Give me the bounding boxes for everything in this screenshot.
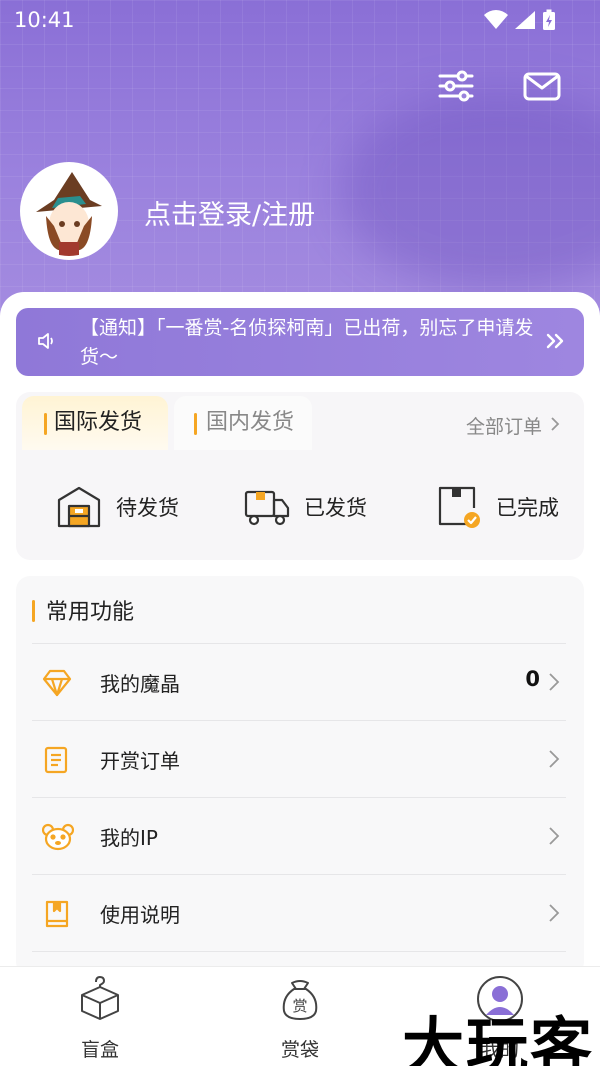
chevron-right-icon (548, 826, 560, 846)
tab-indicator (194, 413, 197, 435)
login-register-link[interactable]: 点击登录/注册 (144, 193, 315, 232)
tab-blind-box[interactable]: 盲盒 (50, 975, 150, 1062)
bookmark-book-icon (42, 899, 72, 929)
section-title: 常用功能 (32, 594, 134, 626)
menu-item-label: 我的IP (100, 826, 158, 850)
order-status-label: 待发货 (116, 496, 179, 520)
battery-icon (542, 9, 556, 35)
tab-label: 国内发货 (206, 410, 295, 435)
wifi-icon (484, 10, 508, 34)
orders-card: 国际发货 国内发货 全部订单 待发货 已发货 已完成 (16, 392, 584, 560)
menu-item-magic-crystal[interactable]: 我的魔晶 0 (32, 643, 566, 720)
signal-icon (514, 10, 536, 34)
order-status-label: 已发货 (304, 496, 367, 520)
order-status-pending[interactable]: 待发货 (56, 484, 179, 530)
crystal-count: 0 (525, 667, 540, 691)
notice-banner[interactable]: 【通知】「一番赏-名侦探柯南」已出荷，别忘了申请发货～ (16, 308, 584, 376)
profile-header (0, 0, 600, 330)
prize-bag-glyph: 赏 (292, 997, 307, 1015)
header-actions (436, 66, 562, 106)
tab-label: 国际发货 (54, 410, 143, 435)
order-status-shipped[interactable]: 已发货 (244, 484, 367, 530)
tab-international-shipping[interactable]: 国际发货 (22, 396, 168, 450)
menu-item-label: 开赏订单 (100, 749, 180, 773)
all-orders-link[interactable]: 全部订单 (466, 412, 560, 439)
status-time: 10:41 (14, 8, 75, 32)
status-bar: 10:41 (0, 0, 600, 40)
mystery-box-icon (76, 975, 124, 1023)
common-functions-card: 常用功能 我的魔晶 0 开赏订单 我的IP 使用说明 (16, 576, 584, 976)
all-orders-label: 全部订单 (465, 416, 542, 438)
truck-icon (244, 484, 290, 530)
warehouse-icon (56, 484, 102, 530)
menu-item-my-ip[interactable]: 我的IP (32, 797, 566, 874)
chevron-right-icon (550, 415, 560, 437)
bear-face-icon (41, 822, 75, 852)
double-chevron-right-icon[interactable] (544, 330, 566, 352)
tab-label: 盲盒 (80, 1039, 119, 1061)
chevron-right-icon (548, 672, 560, 692)
settings-sliders-icon[interactable] (436, 66, 476, 106)
order-status-completed[interactable]: 已完成 (436, 484, 559, 530)
tab-label: 赏袋 (280, 1039, 319, 1061)
list-doc-icon (42, 745, 72, 775)
chevron-right-icon (548, 903, 560, 923)
menu-item-label: 我的魔晶 (100, 672, 180, 696)
tab-domestic-shipping[interactable]: 国内发货 (174, 396, 312, 450)
tab-prize-bag[interactable]: 赏 赏袋 (250, 975, 350, 1062)
notice-text: 【通知】「一番赏-名侦探柯南」已出荷，别忘了申请发货～ (80, 317, 534, 368)
tab-indicator (44, 413, 47, 435)
speaker-icon (36, 330, 58, 352)
menu-item-prize-orders[interactable]: 开赏订单 (32, 720, 566, 797)
menu-item-label: 使用说明 (100, 903, 180, 927)
box-check-icon (436, 484, 482, 530)
prize-bag-icon: 赏 (276, 975, 324, 1023)
order-status-label: 已完成 (496, 496, 559, 520)
status-icons (484, 9, 556, 35)
watermark: 大玩客 (401, 1010, 594, 1066)
diamond-icon (42, 668, 72, 698)
avatar[interactable] (20, 162, 118, 260)
mail-icon[interactable] (522, 66, 562, 106)
menu-item-instructions[interactable]: 使用说明 (32, 874, 566, 951)
chevron-right-icon (548, 749, 560, 769)
